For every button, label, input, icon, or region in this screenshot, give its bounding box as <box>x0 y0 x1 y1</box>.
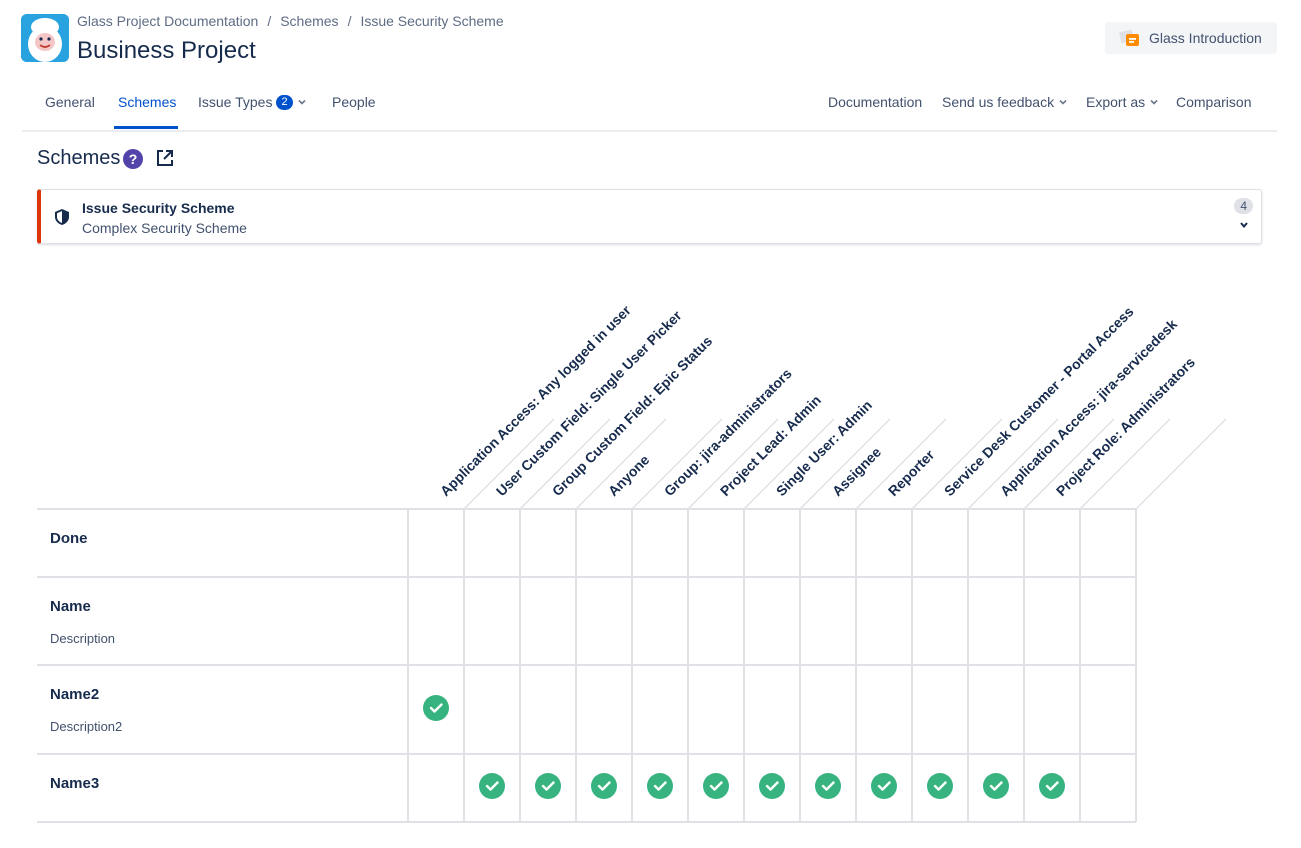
check-icon <box>703 773 729 799</box>
check-icon <box>479 773 505 799</box>
check-icon <box>591 773 617 799</box>
check-icon <box>871 773 897 799</box>
column-header: Application Access: Any logged in user <box>437 302 634 499</box>
permission-matrix: Application Access: Any logged in userUs… <box>37 302 1227 823</box>
column-header: Anyone <box>605 451 653 499</box>
check-icon <box>927 773 953 799</box>
check-icon <box>423 695 449 721</box>
check-icon <box>647 773 673 799</box>
column-header: Service Desk Customer - Portal Access <box>941 303 1137 499</box>
row-description: Description2 <box>50 719 122 734</box>
check-icon <box>759 773 785 799</box>
row-description: Description <box>50 631 115 646</box>
row-name: Name2 <box>50 686 99 703</box>
row-name: Name <box>50 598 91 615</box>
check-icon <box>983 773 1009 799</box>
row-name: Name3 <box>50 775 99 792</box>
check-icon <box>1039 773 1065 799</box>
header-divider-line <box>1135 418 1227 510</box>
check-icon <box>535 773 561 799</box>
row-name: Done <box>50 530 88 547</box>
column-header: Single User: Admin <box>773 397 875 499</box>
check-icon <box>815 773 841 799</box>
